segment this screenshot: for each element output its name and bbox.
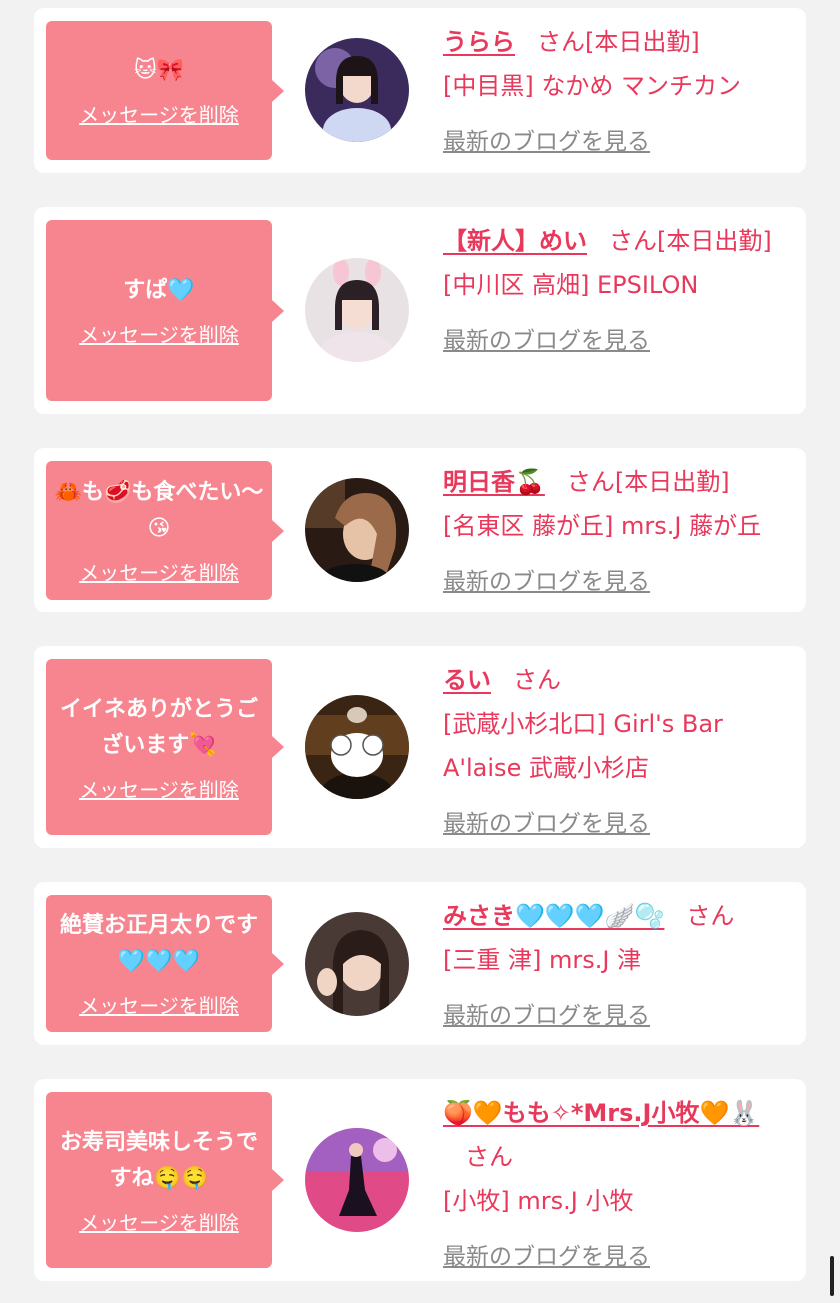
- message-card: 🐱🎀 メッセージを削除 うらら さん[本日出勤] [中目黒] なかめ マンチカン …: [34, 8, 806, 173]
- message-text: お寿司美味しそうですね🤤🤤: [59, 1129, 258, 1191]
- shop-location: [中川区 高畑] EPSILON: [443, 271, 699, 299]
- avatar[interactable]: [305, 912, 409, 1016]
- status-text: [本日出勤]: [585, 28, 700, 56]
- cast-name-link[interactable]: 【新人】めい: [443, 227, 587, 255]
- cast-info: 明日香🍒 さん[本日出勤] [名東区 藤が丘] mrs.J 藤が丘 最新のブログを…: [443, 460, 799, 604]
- cast-name-link[interactable]: 明日香🍒: [443, 468, 545, 496]
- cast-name-link[interactable]: 🍑🧡もも✧*Mrs.J小牧🧡🐰: [443, 1099, 759, 1127]
- message-card: お寿司美味しそうですね🤤🤤 メッセージを削除 🍑🧡もも✧*Mrs.J小牧🧡🐰 さん…: [34, 1079, 806, 1281]
- avatar[interactable]: [305, 38, 409, 142]
- message-text: イイネありがとうございます💘: [59, 696, 258, 758]
- scrollbar[interactable]: [830, 1256, 834, 1296]
- message-text: すぱ🩵: [123, 278, 195, 303]
- latest-blog-link[interactable]: 最新のブログを見る: [443, 319, 650, 363]
- delete-message-link[interactable]: メッセージを削除: [79, 557, 239, 586]
- cast-name-line: 🍑🧡もも✧*Mrs.J小牧🧡🐰 さん: [443, 1091, 799, 1179]
- shop-location: [三重 津] mrs.J 津: [443, 946, 642, 974]
- cast-name-link[interactable]: るい: [443, 666, 491, 694]
- message-card: イイネありがとうございます💘 メッセージを削除 るい さん [武蔵小杉北口] Gi…: [34, 646, 806, 848]
- cast-info: 🍑🧡もも✧*Mrs.J小牧🧡🐰 さん [小牧] mrs.J 小牧 最新のブログを見…: [443, 1091, 799, 1279]
- message-bubble: お寿司美味しそうですね🤤🤤 メッセージを削除: [46, 1092, 284, 1268]
- honorific: さん: [513, 666, 561, 694]
- cast-info: みさき🩵🩵🩵🪽🫧 さん [三重 津] mrs.J 津 最新のブログを見る: [443, 894, 799, 1038]
- cast-name-link[interactable]: みさき🩵🩵🩵🪽🫧: [443, 902, 664, 930]
- latest-blog-link[interactable]: 最新のブログを見る: [443, 120, 650, 164]
- honorific: さん: [537, 28, 585, 56]
- message-bubble: 🐱🎀 メッセージを削除: [46, 21, 284, 160]
- message-bubble: イイネありがとうございます💘 メッセージを削除: [46, 659, 284, 835]
- delete-message-link[interactable]: メッセージを削除: [79, 774, 239, 803]
- honorific: さん: [465, 1143, 513, 1171]
- delete-message-link[interactable]: メッセージを削除: [79, 99, 239, 128]
- avatar[interactable]: [305, 478, 409, 582]
- delete-message-link[interactable]: メッセージを削除: [79, 990, 239, 1019]
- message-card: すぱ🩵 メッセージを削除 【新人】めい さん[本日出勤] [中川区 高畑] EPS…: [34, 207, 806, 414]
- cast-name-line: るい さん: [443, 658, 799, 702]
- honorific: さん: [686, 902, 735, 930]
- latest-blog-link[interactable]: 最新のブログを見る: [443, 802, 650, 846]
- delete-message-link[interactable]: メッセージを削除: [79, 319, 239, 348]
- message-text: 絶賛お正月太りです🩵🩵🩵: [59, 913, 258, 974]
- cast-name-line: うらら さん[本日出勤]: [443, 20, 799, 64]
- shop-location: [小牧] mrs.J 小牧: [443, 1187, 634, 1215]
- avatar[interactable]: [305, 258, 409, 362]
- cast-name-line: 明日香🍒 さん[本日出勤]: [443, 460, 799, 504]
- latest-blog-link[interactable]: 最新のブログを見る: [443, 1235, 650, 1279]
- message-bubble: 🦀も🥩も食べたい〜😘 メッセージを削除: [46, 461, 284, 600]
- cast-info: 【新人】めい さん[本日出勤] [中川区 高畑] EPSILON 最新のブログを見…: [443, 219, 799, 363]
- latest-blog-link[interactable]: 最新のブログを見る: [443, 560, 650, 604]
- message-card: 絶賛お正月太りです🩵🩵🩵 メッセージを削除 みさき🩵🩵🩵🪽🫧 さん [三重 津] …: [34, 882, 806, 1045]
- status-text: [本日出勤]: [614, 468, 730, 496]
- status-text: [本日出勤]: [657, 227, 772, 255]
- message-bubble: すぱ🩵 メッセージを削除: [46, 220, 284, 401]
- message-bubble: 絶賛お正月太りです🩵🩵🩵 メッセージを削除: [46, 895, 284, 1032]
- honorific: さん: [609, 227, 657, 255]
- message-card: 🦀も🥩も食べたい〜😘 メッセージを削除 明日香🍒 さん[本日出勤] [名東区 藤が…: [34, 448, 806, 612]
- shop-location: [武蔵小杉北口] Girl's Bar A'laise 武蔵小杉店: [443, 710, 723, 782]
- shop-location: [中目黒] なかめ マンチカン: [443, 72, 741, 100]
- cast-name-link[interactable]: うらら: [443, 28, 515, 56]
- cast-name-line: みさき🩵🩵🩵🪽🫧 さん: [443, 894, 799, 938]
- message-text: 🐱🎀: [133, 58, 185, 83]
- cast-name-line: 【新人】めい さん[本日出勤]: [443, 219, 799, 263]
- cast-info: うらら さん[本日出勤] [中目黒] なかめ マンチカン 最新のブログを見る: [443, 20, 799, 164]
- latest-blog-link[interactable]: 最新のブログを見る: [443, 994, 650, 1038]
- avatar[interactable]: [305, 695, 409, 799]
- message-text: 🦀も🥩も食べたい〜😘: [54, 480, 264, 541]
- cast-info: るい さん [武蔵小杉北口] Girl's Bar A'laise 武蔵小杉店 最…: [443, 658, 799, 846]
- delete-message-link[interactable]: メッセージを削除: [79, 1207, 239, 1236]
- honorific: さん: [566, 468, 615, 496]
- avatar[interactable]: [305, 1128, 409, 1232]
- shop-location: [名東区 藤が丘] mrs.J 藤が丘: [443, 512, 762, 540]
